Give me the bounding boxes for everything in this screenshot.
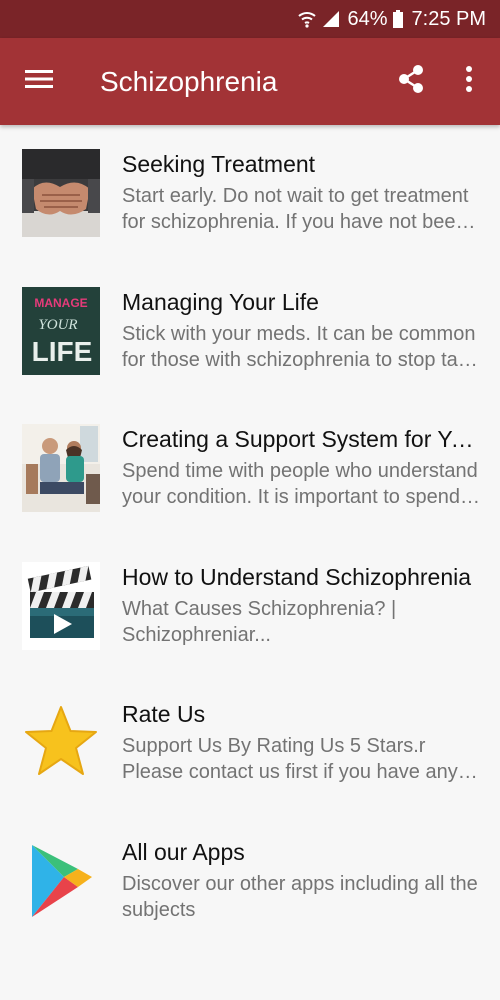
item-description: Support Us By Rating Us 5 Stars.r Please… <box>122 733 482 785</box>
item-title: How to Understand Schizophrenia <box>122 563 472 590</box>
praying-hands-image <box>22 149 100 237</box>
item-title: All our Apps <box>122 838 245 865</box>
item-description-line: Start early. Do not wait to get treatmen… <box>122 185 469 207</box>
item-title: Rate Us <box>122 701 206 727</box>
support-group-people-image <box>22 424 100 512</box>
battery-icon <box>392 9 404 29</box>
list-item-support-system[interactable]: Creating a Support System for Yo… Spend … <box>0 400 500 538</box>
item-description-line: your condition. It is important to spend… <box>122 486 482 508</box>
item-description-line: Stick with your meds. It can be common <box>122 322 476 345</box>
share-icon <box>397 64 425 99</box>
wifi-icon <box>297 9 317 29</box>
chalk-text-life: LIFE <box>32 336 93 367</box>
more-options-button[interactable] <box>448 60 490 102</box>
battery-percentage: 64% <box>347 7 388 30</box>
status-bar: 64% 7:25 PM <box>0 0 500 38</box>
item-description-line: for those with schizophrenia to stop tak… <box>122 348 482 371</box>
video-clapperboard-icon <box>22 561 100 650</box>
item-description-line: What Causes Schizophrenia? | <box>122 597 397 620</box>
item-description: Discover our other apps including all th… <box>122 871 482 923</box>
list-item-managing-your-life[interactable]: MANAGE YOUR LIFE Managing Your Life Stic… <box>0 263 500 401</box>
list-item-understand-schizophrenia[interactable]: How to Understand Schizophrenia What Cau… <box>0 538 500 676</box>
clock: 7:25 PM <box>411 7 486 30</box>
list-item-all-our-apps[interactable]: All our Apps Discover our other apps inc… <box>0 813 500 951</box>
item-title: Seeking Treatment <box>122 151 316 177</box>
app-title: Schizophrenia <box>100 66 278 97</box>
item-description: Start early. Do not wait to get treatmen… <box>122 183 482 235</box>
manage-your-life-chalkboard-image: MANAGE YOUR LIFE <box>22 286 100 375</box>
item-description-line: Please contact us first if you have any … <box>122 761 482 783</box>
list-item-seeking-treatment[interactable]: Seeking Treatment Start early. Do not wa… <box>0 125 500 263</box>
play-store-icon <box>22 837 100 925</box>
more-vert-icon <box>465 65 473 98</box>
menu-button[interactable] <box>18 60 60 102</box>
item-title: Managing Your Life <box>122 288 319 315</box>
share-button[interactable] <box>390 60 432 102</box>
item-description-line: for schizophrenia. If you have not been … <box>122 211 482 233</box>
cell-signal-icon <box>321 9 341 29</box>
list-item-rate-us[interactable]: Rate Us Support Us By Rating Us 5 Stars.… <box>0 675 500 813</box>
item-title: Creating a Support System for Yo… <box>122 426 482 452</box>
chalk-text-your: YOUR <box>38 317 77 333</box>
item-description: Spend time with people who understand yo… <box>122 458 482 510</box>
item-description-line: subjects <box>122 898 196 921</box>
item-description-line: Support Us By Rating Us 5 Stars.r <box>122 735 426 757</box>
star-icon <box>22 699 100 787</box>
topic-list: Seeking Treatment Start early. Do not wa… <box>0 125 500 950</box>
item-description: Stick with your meds. It can be common f… <box>122 321 482 373</box>
chalk-text-manage: MANAGE <box>34 296 87 310</box>
app-bar: Schizophrenia <box>0 38 500 125</box>
hamburger-menu-icon <box>25 68 53 95</box>
item-description-line: Spend time with people who understand <box>122 460 478 482</box>
item-description: What Causes Schizophrenia? | Schizophren… <box>122 596 482 648</box>
item-description-line: Discover our other apps including all th… <box>122 872 478 895</box>
item-description-line: Schizophreniar... <box>122 623 271 646</box>
